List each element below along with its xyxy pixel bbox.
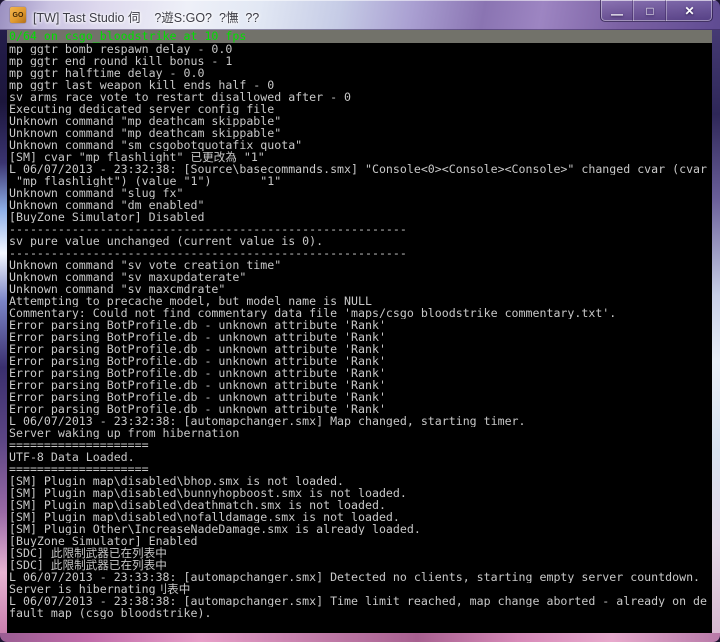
- console-line: [SM] Plugin Other\IncreaseNadeDamage.smx…: [9, 523, 712, 535]
- console-line: mp_ggtr_last_weapon_kill_ends_half - 0: [9, 79, 712, 91]
- console-line: Error parsing BotProfile.db - unknown at…: [9, 367, 712, 379]
- console-line: sv_arms_race_vote_to_restart_disallowed_…: [9, 91, 712, 103]
- console-line: Error parsing BotProfile.db - unknown at…: [9, 379, 712, 391]
- console-line: mp_ggtr_bomb_respawn_delay - 0.0: [9, 43, 712, 55]
- status-line: 0/64 on csgo_bloodstrike at 10 fps: [7, 30, 712, 43]
- console-line: L 06/07/2013 - 23:32:38: [Source\basecom…: [9, 163, 712, 175]
- console-line: Server is hibernating刂表中: [9, 583, 712, 595]
- close-icon: ✕: [684, 5, 694, 17]
- titlebar[interactable]: GO [TW] Tast Studio 伺 ?遊S:GO? ?憮 ?? — □ …: [0, 0, 720, 30]
- console-line: ====================: [9, 463, 712, 475]
- console-line: Attempting to precache model, but model …: [9, 295, 712, 307]
- window-title: [TW] Tast Studio 伺 ?遊S:GO? ?憮 ??: [33, 7, 259, 26]
- console-line: [SM] Plugin map\disabled\deathmatch.smx …: [9, 499, 712, 511]
- console-line: [BuyZone Simulator] Disabled: [9, 211, 712, 223]
- server-console-window: GO [TW] Tast Studio 伺 ?遊S:GO? ?憮 ?? — □ …: [0, 0, 720, 642]
- console-line: Error parsing BotProfile.db - unknown at…: [9, 391, 712, 403]
- console-line: ====================: [9, 439, 712, 451]
- console-line: Error parsing BotProfile.db - unknown at…: [9, 403, 712, 415]
- console-line: Error parsing BotProfile.db - unknown at…: [9, 343, 712, 355]
- console-output[interactable]: 0/64 on csgo_bloodstrike at 10 fps mp_gg…: [7, 30, 712, 633]
- console-line: sv_pure value unchanged (current value i…: [9, 235, 712, 247]
- caption-buttons: — □ ✕: [600, 0, 713, 22]
- window-border-right: [712, 30, 720, 633]
- csgo-icon: GO: [13, 12, 24, 19]
- console-line: Executing dedicated server config file: [9, 103, 712, 115]
- console-line: Unknown command "sv_maxcmdrate": [9, 283, 712, 295]
- minimize-button[interactable]: —: [601, 0, 633, 21]
- close-button[interactable]: ✕: [666, 0, 712, 21]
- console-line: L 06/07/2013 - 23:38:38: [automapchanger…: [9, 595, 712, 607]
- console-line: [SDC] 此限制武器已在列表中: [9, 559, 712, 571]
- console-line: L 06/07/2013 - 23:32:38: [automapchanger…: [9, 415, 712, 427]
- console-line: fault map (csgo_bloodstrike).: [9, 607, 712, 619]
- console-line: Server waking up from hibernation: [9, 427, 712, 439]
- console-line: ----------------------------------------…: [9, 247, 712, 259]
- console-line: UTF-8 Data Loaded.: [9, 451, 712, 463]
- csgo-app-icon[interactable]: GO: [10, 7, 26, 23]
- console-line: mp_ggtr_end_round_kill_bonus - 1: [9, 55, 712, 67]
- console-line: L 06/07/2013 - 23:33:38: [automapchanger…: [9, 571, 712, 583]
- console-line: Error parsing BotProfile.db - unknown at…: [9, 331, 712, 343]
- console-line: Unknown command "mp_deathcam_skippable": [9, 115, 712, 127]
- console-line: [SM] Plugin map\disabled\bunnyhopboost.s…: [9, 487, 712, 499]
- console-lines: mp_ggtr_bomb_respawn_delay - 0.0mp_ggtr_…: [7, 43, 712, 619]
- console-line: [SM] Plugin map\disabled\bhop.smx is not…: [9, 475, 712, 487]
- console-line: "mp_flashlight") (value "1") "1": [9, 175, 712, 187]
- console-line: [SM] Plugin map\disabled\nofalldamage.sm…: [9, 511, 712, 523]
- console-line: [SM] cvar "mp_flashlight" 已更改為 "1": [9, 151, 712, 163]
- maximize-icon: □: [646, 5, 653, 17]
- console-line: Commentary: Could not find commentary da…: [9, 307, 712, 319]
- maximize-button[interactable]: □: [633, 0, 666, 21]
- console-line: [BuyZone Simulator] Enabled: [9, 535, 712, 547]
- console-line: ----------------------------------------…: [9, 223, 712, 235]
- window-border-bottom: [0, 633, 720, 642]
- window-border-left: [0, 30, 7, 633]
- console-line: Unknown command "mp_deathcam_skippable": [9, 127, 712, 139]
- console-line: Unknown command "sm_csgobotquotafix_quot…: [9, 139, 712, 151]
- console-line: [SDC] 此限制武器已在列表中: [9, 547, 712, 559]
- console-line: Unknown command "slug_fx": [9, 187, 712, 199]
- console-line: Unknown command "sv_maxupdaterate": [9, 271, 712, 283]
- console-line: Error parsing BotProfile.db - unknown at…: [9, 319, 712, 331]
- console-line: Unknown command "sv_vote_creation_time": [9, 259, 712, 271]
- console-line: mp_ggtr_halftime_delay - 0.0: [9, 67, 712, 79]
- console-line: Error parsing BotProfile.db - unknown at…: [9, 355, 712, 367]
- minimize-icon: —: [611, 8, 623, 20]
- console-line: Unknown command "dm_enabled": [9, 199, 712, 211]
